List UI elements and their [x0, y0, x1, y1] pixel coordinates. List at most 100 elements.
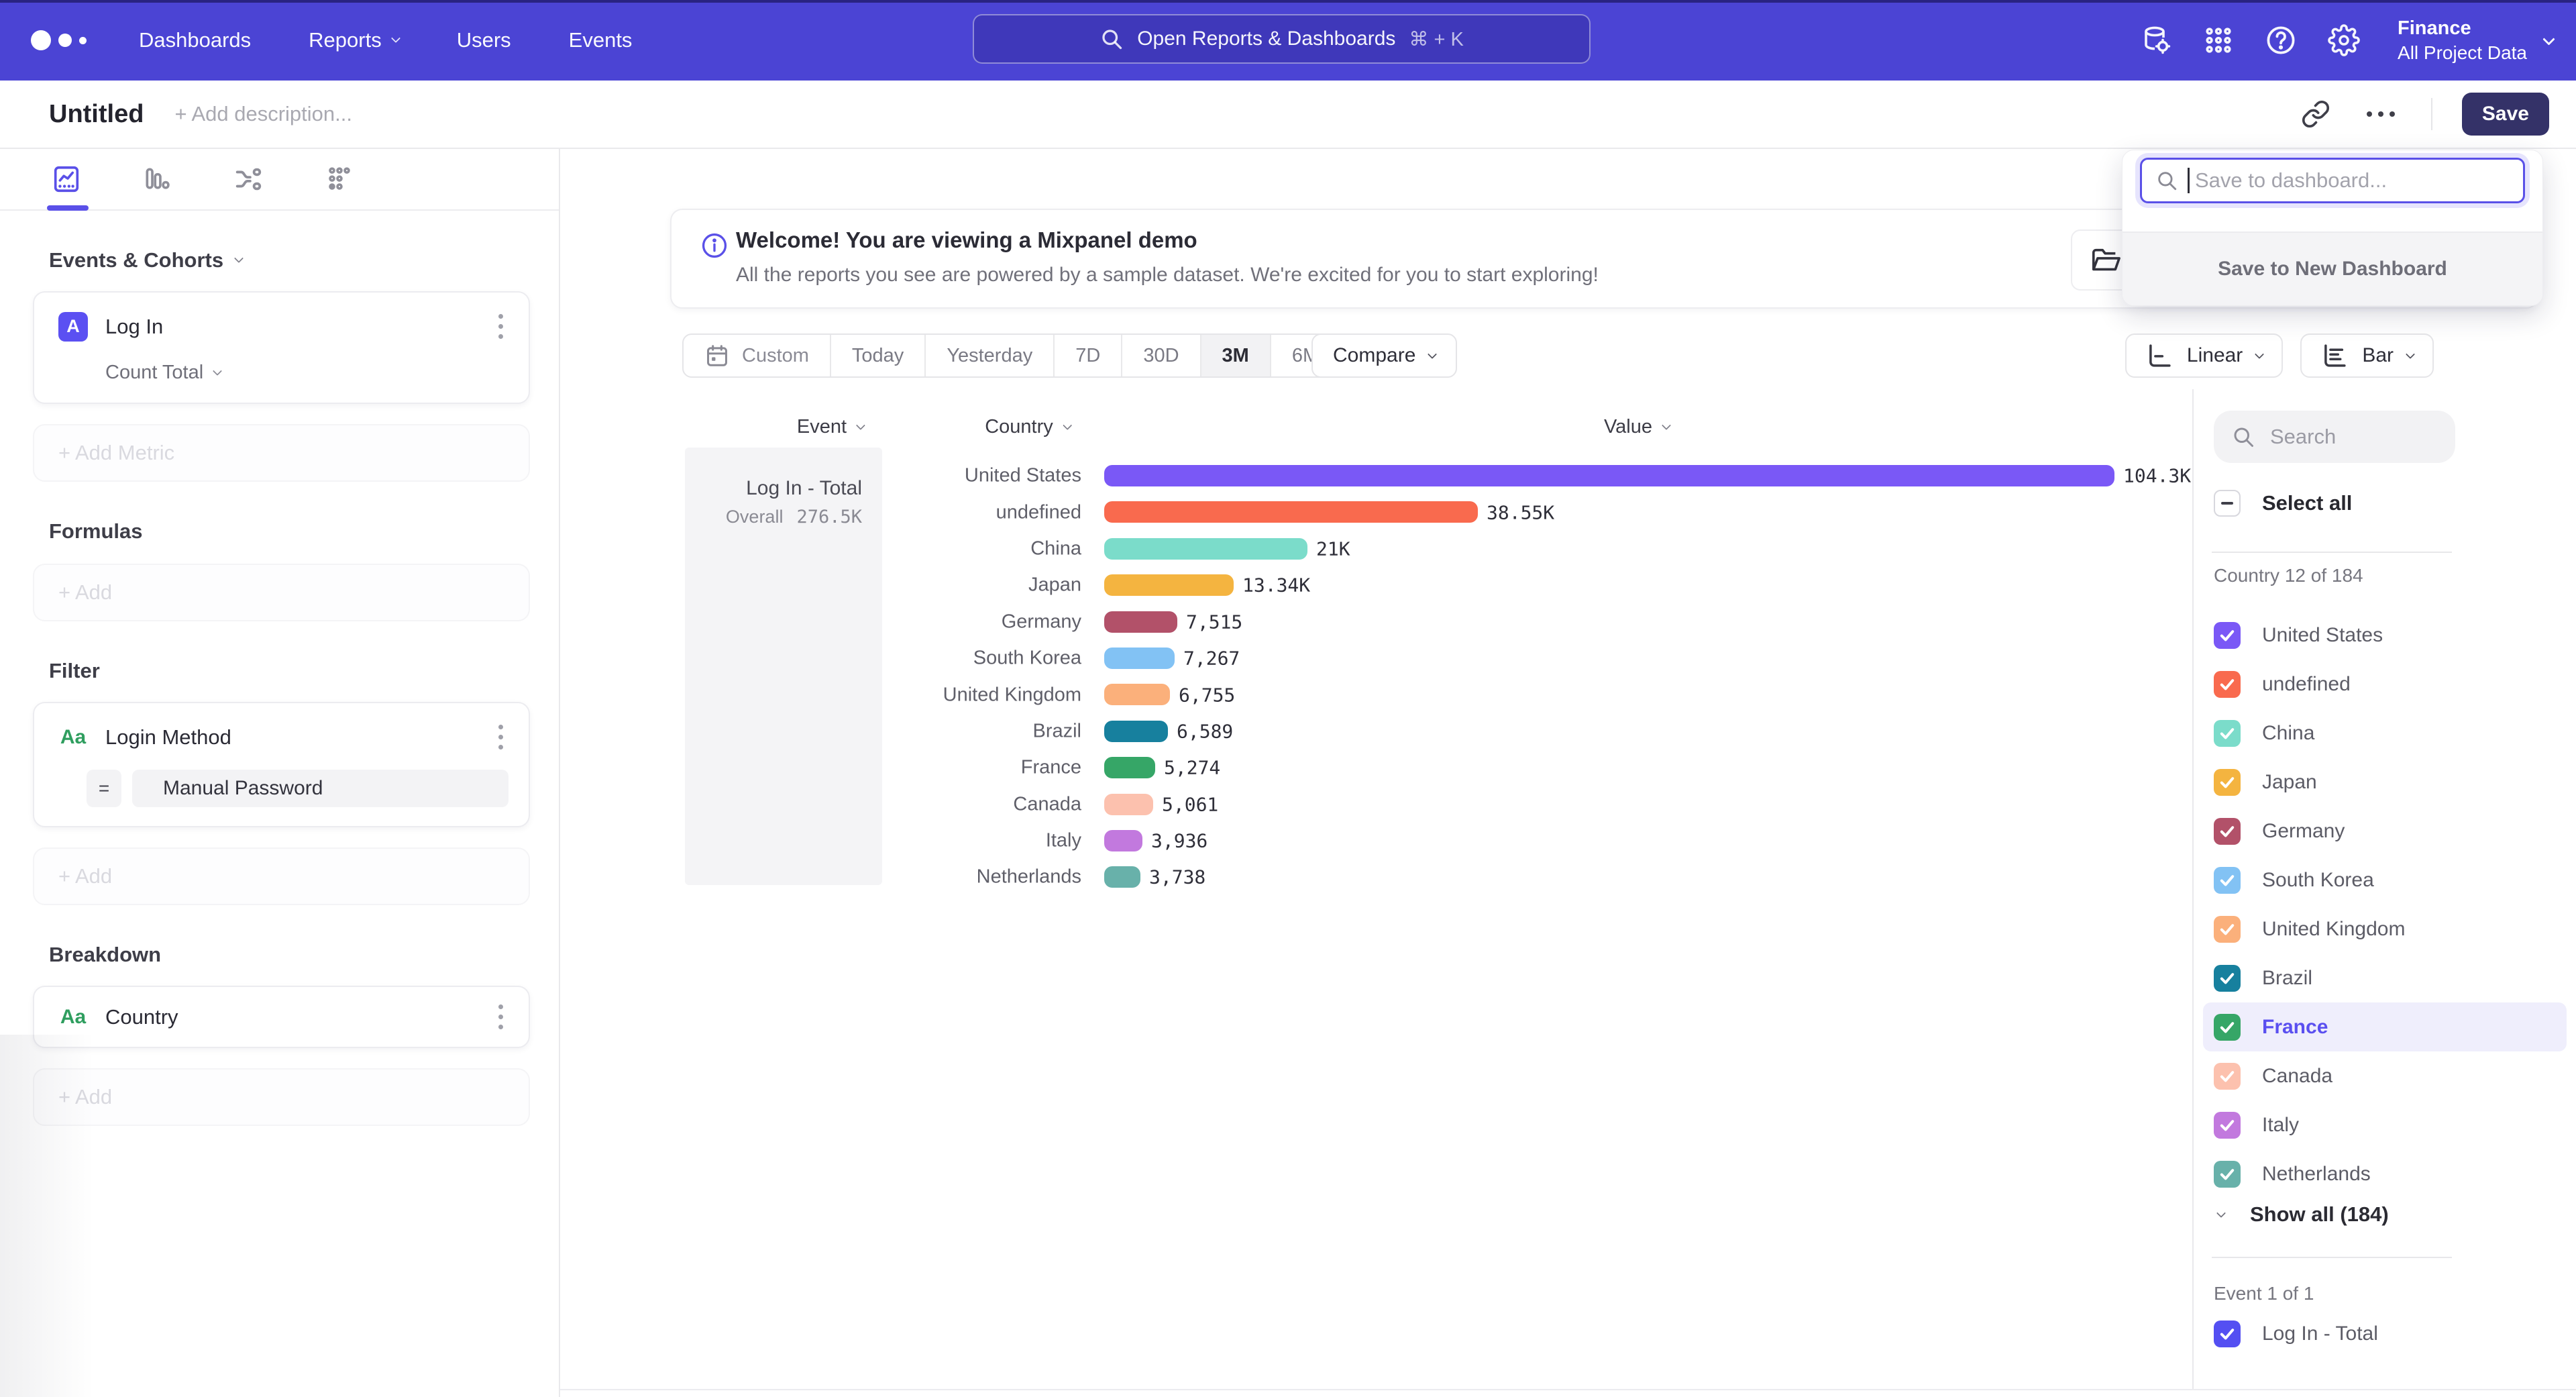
- event-column-header[interactable]: Event: [797, 416, 864, 438]
- settings-gear-icon[interactable]: [2328, 24, 2360, 56]
- check-icon: [2218, 1116, 2237, 1135]
- bar-canada[interactable]: [1104, 794, 1153, 815]
- value-column-header[interactable]: Value: [1604, 416, 1670, 438]
- tab-funnels[interactable]: [142, 164, 172, 195]
- bar-south-korea[interactable]: [1104, 648, 1175, 669]
- event-letter-badge: A: [58, 312, 88, 342]
- filter-card-login-method[interactable]: Aa Login Method = Manual Password: [33, 702, 530, 827]
- segment-checkbox[interactable]: [2214, 1112, 2241, 1139]
- nav-item-users[interactable]: Users: [457, 28, 511, 52]
- segment-checkbox[interactable]: [2214, 965, 2241, 992]
- segment-row-south-korea[interactable]: South Korea: [2203, 856, 2567, 904]
- add-breakdown-button[interactable]: + Add: [33, 1068, 530, 1126]
- range-3m[interactable]: 3M: [1200, 335, 1270, 376]
- nav-item-dashboards[interactable]: Dashboards: [139, 28, 251, 52]
- segment-checkbox[interactable]: [2214, 818, 2241, 845]
- segment-row-undefined[interactable]: undefined: [2203, 660, 2567, 709]
- divider: [2212, 552, 2452, 553]
- nav-item-reports[interactable]: Reports: [309, 28, 399, 52]
- segment-search-input[interactable]: Search: [2214, 411, 2455, 463]
- tab-retention[interactable]: [325, 164, 354, 195]
- bar-brazil[interactable]: [1104, 721, 1168, 742]
- segment-checkbox[interactable]: [2214, 1161, 2241, 1188]
- segment-row-italy[interactable]: Italy: [2203, 1100, 2567, 1149]
- metric-kebab-icon[interactable]: [493, 309, 508, 344]
- linear-axis-icon: [2145, 342, 2174, 370]
- add-filter-button[interactable]: + Add: [33, 847, 530, 905]
- copy-link-icon[interactable]: [2301, 99, 2330, 129]
- segment-row-canada[interactable]: Canada: [2203, 1051, 2567, 1100]
- select-all-row[interactable]: Select all: [2214, 490, 2352, 517]
- segment-checkbox[interactable]: [2214, 769, 2241, 796]
- string-property-badge: Aa: [58, 726, 88, 749]
- show-all-button[interactable]: Show all (184): [2218, 1202, 2389, 1227]
- segment-row-brazil[interactable]: Brazil: [2203, 953, 2567, 1002]
- help-icon[interactable]: [2265, 24, 2297, 56]
- bar-france[interactable]: [1104, 757, 1155, 778]
- chart-row-south-korea: South Korea7,267: [560, 640, 2192, 676]
- range-7d[interactable]: 7D: [1053, 335, 1121, 376]
- category-label: United States: [560, 465, 1081, 487]
- tab-flows[interactable]: [232, 164, 264, 195]
- visualization-tabs: [0, 149, 559, 211]
- chart-type-selector[interactable]: Bar: [2300, 333, 2434, 378]
- segment-row-china[interactable]: China: [2203, 709, 2567, 758]
- select-all-checkbox[interactable]: [2214, 490, 2241, 517]
- more-options-icon[interactable]: [2360, 105, 2402, 123]
- segment-checkbox[interactable]: [2214, 1014, 2241, 1041]
- filter-value[interactable]: Manual Password: [132, 770, 508, 807]
- segment-row-germany[interactable]: Germany: [2203, 807, 2567, 856]
- add-description-button[interactable]: + Add description...: [174, 102, 352, 126]
- aggregation-selector[interactable]: Count Total: [105, 362, 508, 384]
- segment-row-japan[interactable]: Japan: [2203, 758, 2567, 807]
- segment-checkbox[interactable]: [2214, 916, 2241, 943]
- nav-item-events[interactable]: Events: [569, 28, 633, 52]
- segment-checkbox[interactable]: [2214, 867, 2241, 894]
- segment-row-united-kingdom[interactable]: United Kingdom: [2203, 904, 2567, 953]
- events-section-title[interactable]: Events & Cohorts: [49, 248, 530, 272]
- global-search-input[interactable]: Open Reports & Dashboards ⌘ + K: [973, 14, 1591, 64]
- bar-japan[interactable]: [1104, 574, 1234, 596]
- range-30d[interactable]: 30D: [1121, 335, 1199, 376]
- bar-italy[interactable]: [1104, 830, 1142, 851]
- breakdown-card-country[interactable]: Aa Country: [33, 986, 530, 1048]
- bar-netherlands[interactable]: [1104, 866, 1140, 888]
- filter-kebab-icon[interactable]: [493, 719, 508, 755]
- compare-button[interactable]: Compare: [1311, 333, 1457, 378]
- segment-row-france[interactable]: France: [2203, 1002, 2567, 1051]
- segment-checkbox[interactable]: [2214, 671, 2241, 698]
- segment-checkbox[interactable]: [2214, 622, 2241, 649]
- bar-united-kingdom[interactable]: [1104, 684, 1170, 705]
- data-management-icon[interactable]: [2140, 24, 2172, 56]
- range-custom[interactable]: Custom: [684, 335, 830, 376]
- segment-row-netherlands[interactable]: Netherlands: [2203, 1149, 2567, 1198]
- breakdown-kebab-icon[interactable]: [493, 999, 508, 1035]
- event-series-row[interactable]: Log In - Total: [2214, 1321, 2378, 1347]
- report-title[interactable]: Untitled: [49, 100, 144, 129]
- range-today[interactable]: Today: [830, 335, 924, 376]
- filter-operator[interactable]: =: [87, 770, 121, 807]
- bar-undefined[interactable]: [1104, 501, 1478, 523]
- metric-card-log-in[interactable]: A Log In Count Total: [33, 291, 530, 404]
- range-yesterday[interactable]: Yesterday: [924, 335, 1053, 376]
- apps-grid-icon[interactable]: [2203, 25, 2234, 56]
- bar-united-states[interactable]: [1104, 465, 2114, 486]
- bar-china[interactable]: [1104, 538, 1307, 560]
- scale-selector[interactable]: Linear: [2125, 333, 2283, 378]
- add-formula-button[interactable]: + Add: [33, 564, 530, 621]
- folder-icon: [2090, 245, 2121, 276]
- segment-checkbox[interactable]: [2214, 1063, 2241, 1090]
- tab-insights[interactable]: [51, 164, 82, 195]
- workspace-switcher[interactable]: Finance All Project Data: [2398, 16, 2553, 64]
- segment-label: Brazil: [2262, 967, 2312, 990]
- country-column-header[interactable]: Country: [985, 416, 1071, 438]
- save-to-new-dashboard-button[interactable]: Save to New Dashboard: [2123, 231, 2542, 305]
- save-dashboard-search-input[interactable]: Save to dashboard...: [2140, 158, 2525, 203]
- add-metric-button[interactable]: + Add Metric: [33, 424, 530, 482]
- segment-row-united-states[interactable]: United States: [2203, 611, 2567, 660]
- bar-germany[interactable]: [1104, 611, 1177, 633]
- event-series-checkbox[interactable]: [2214, 1321, 2241, 1347]
- save-button[interactable]: Save: [2462, 93, 2549, 136]
- mixpanel-logo-icon[interactable]: [31, 30, 87, 50]
- segment-checkbox[interactable]: [2214, 720, 2241, 747]
